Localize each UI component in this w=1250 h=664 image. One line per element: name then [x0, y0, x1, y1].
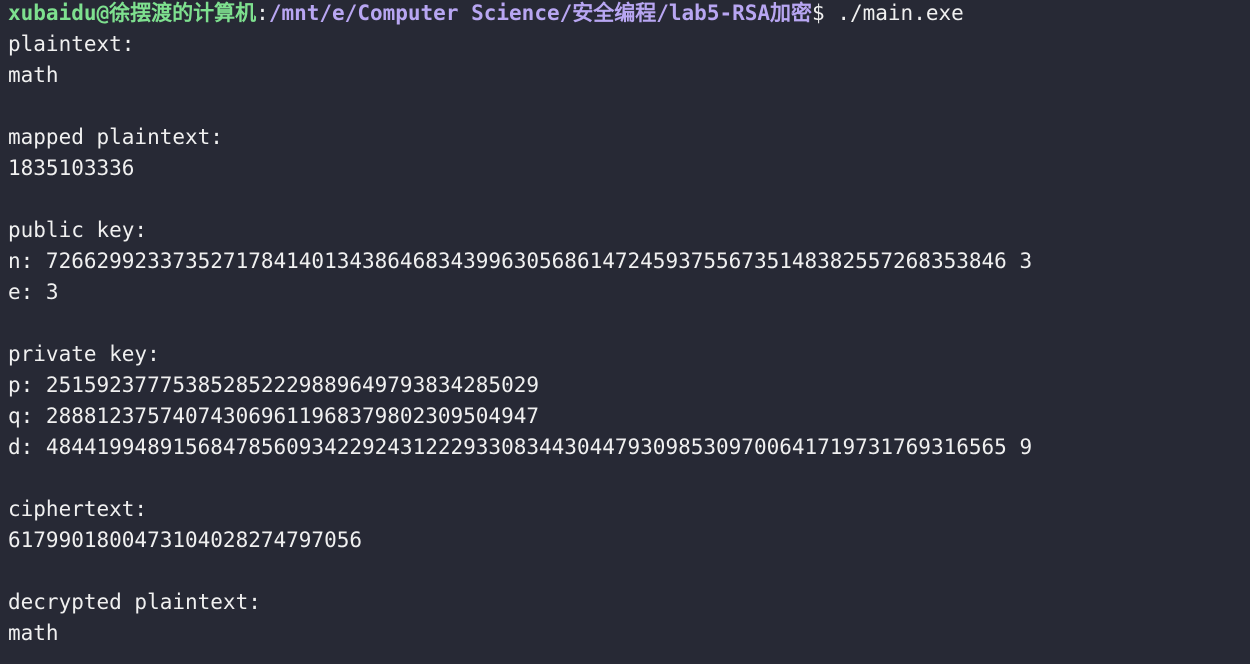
command-text: ./main.exe — [837, 1, 964, 25]
mapped-plaintext-value: 1835103336 — [8, 156, 135, 180]
public-key-n: n: 7266299233735271784140134386468343996… — [8, 249, 1033, 273]
mapped-plaintext-label: mapped plaintext: — [8, 125, 223, 149]
public-key-label: public key: — [8, 218, 148, 242]
prompt-line: xubaidu@徐摆渡的计算机:/mnt/e/Computer Science/… — [8, 0, 1250, 29]
decrypted-plaintext-label: decrypted plaintext: — [8, 590, 261, 614]
prompt-colon: : — [256, 1, 269, 25]
ciphertext-label: ciphertext: — [8, 497, 148, 521]
ciphertext-value: 6179901800473104028274797056 — [8, 528, 363, 552]
private-key-d: d: 4844199489156847856093422924312229330… — [8, 435, 1033, 459]
prompt-path: /mnt/e/Computer Science/安全编程/lab5-RSA加密 — [268, 1, 813, 25]
prompt-symbol: $ — [812, 1, 838, 25]
decrypted-plaintext-value: math — [8, 621, 59, 645]
private-key-label: private key: — [8, 342, 160, 366]
private-key-p: p: 2515923777538528522298896497938342850… — [8, 373, 540, 397]
prompt-user-host: xubaidu@徐摆渡的计算机 — [8, 1, 257, 25]
public-key-e: e: 3 — [8, 280, 59, 304]
private-key-q: q: 2888123757407430696119683798023095049… — [8, 404, 540, 428]
terminal-window[interactable]: xubaidu@徐摆渡的计算机:/mnt/e/Computer Science/… — [0, 0, 1250, 662]
plaintext-value: math — [8, 63, 59, 87]
plaintext-label: plaintext: — [8, 32, 135, 56]
